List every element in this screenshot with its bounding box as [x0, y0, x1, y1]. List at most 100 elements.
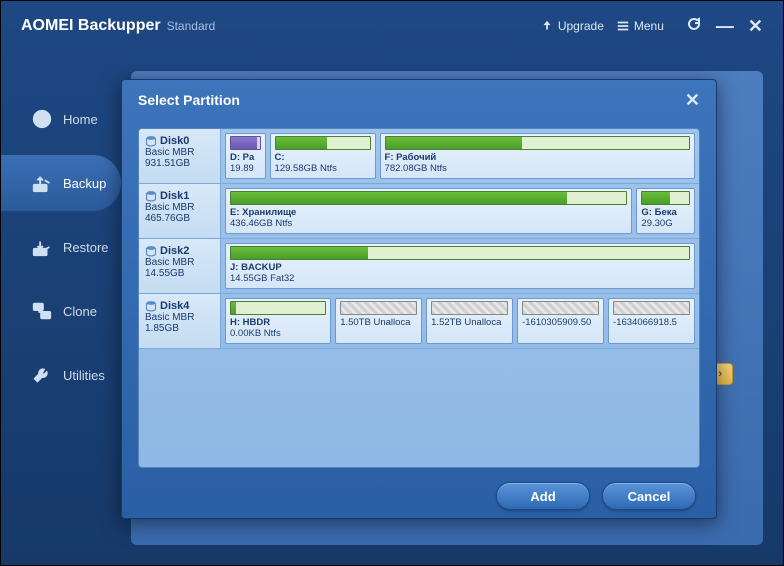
- partition-size: -1610305909.50: [522, 317, 599, 328]
- disk-info: Disk1Basic MBR465.76GB: [139, 184, 221, 238]
- partition-size: -1634066918.5: [613, 317, 690, 328]
- partition[interactable]: 1.52TB Unalloca: [426, 298, 513, 344]
- sidebar-item-home[interactable]: Home: [1, 91, 121, 147]
- upgrade-button[interactable]: Upgrade: [540, 19, 604, 33]
- partition[interactable]: -1610305909.50: [517, 298, 604, 344]
- partition-label: J: BACKUP: [230, 262, 690, 273]
- dialog-footer: Add Cancel: [496, 482, 696, 510]
- partition-container: E: Хранилище436.46GB NtfsG: Бека29.30G: [221, 184, 699, 238]
- partition-size: 1.50TB Unalloca: [340, 317, 417, 328]
- app-title: AOMEI Backupper: [21, 17, 161, 35]
- partition-label: H: HBDR: [230, 317, 326, 328]
- sidebar-item-label: Home: [63, 112, 98, 127]
- partition-container: H: HBDR0.00KB Ntfs 1.50TB Unalloca 1.52TB …: [221, 294, 699, 348]
- usage-bar: [275, 136, 371, 150]
- disk-icon: [145, 300, 157, 312]
- titlebar: AOMEI Backupper Standard Upgrade Menu — …: [1, 1, 783, 51]
- disk-size: 465.76GB: [145, 213, 214, 224]
- disk-size: 931.51GB: [145, 158, 214, 169]
- partition-size: 1.52TB Unalloca: [431, 317, 508, 328]
- usage-bar: [230, 136, 261, 150]
- partition[interactable]: J: BACKUP14.55GB Fat32: [225, 243, 695, 289]
- minimize-button[interactable]: —: [716, 16, 734, 37]
- disk-icon: [145, 135, 157, 147]
- sidebar-item-label: Clone: [63, 304, 97, 319]
- disk-size: 1.85GB: [145, 323, 214, 334]
- partition-label: F: Рабочий: [385, 152, 690, 163]
- partition-size: 782.08GB Ntfs: [385, 163, 690, 174]
- disk-info: Disk4Basic MBR1.85GB: [139, 294, 221, 348]
- disk-row: Disk2Basic MBR14.55GBJ: BACKUP14.55GB Fa…: [139, 239, 699, 294]
- disk-icon: [145, 245, 157, 257]
- sidebar: Home Backup Restore Clone Utilities: [1, 91, 121, 411]
- chevron-right-icon: ›: [718, 368, 722, 380]
- usage-bar: [230, 301, 326, 315]
- partition-label: C:: [275, 152, 371, 163]
- sidebar-item-label: Restore: [63, 240, 109, 255]
- select-partition-dialog: Select Partition ✕ Disk0Basic MBR931.51G…: [121, 79, 717, 519]
- partition-size: 436.46GB Ntfs: [230, 218, 627, 229]
- menu-icon: [616, 19, 630, 33]
- sidebar-item-restore[interactable]: Restore: [1, 219, 121, 275]
- disk-info: Disk2Basic MBR14.55GB: [139, 239, 221, 293]
- app-window: AOMEI Backupper Standard Upgrade Menu — …: [0, 0, 784, 566]
- upgrade-label: Upgrade: [558, 19, 604, 33]
- usage-bar: [385, 136, 690, 150]
- partition[interactable]: C:129.58GB Ntfs: [270, 133, 376, 179]
- sidebar-item-utilities[interactable]: Utilities: [1, 347, 121, 403]
- disk-info: Disk0Basic MBR931.51GB: [139, 129, 221, 183]
- partition-label: D: Pa: [230, 152, 261, 163]
- sidebar-item-clone[interactable]: Clone: [1, 283, 121, 339]
- partition-size: 14.55GB Fat32: [230, 273, 690, 284]
- dialog-header: Select Partition ✕: [122, 80, 716, 120]
- disk-name: Disk1: [145, 190, 214, 202]
- partition[interactable]: G: Бека29.30G: [636, 188, 695, 234]
- disk-type: Basic MBR: [145, 147, 214, 158]
- refresh-button[interactable]: [686, 16, 702, 37]
- dialog-title: Select Partition: [138, 92, 240, 108]
- clone-icon: [31, 300, 53, 322]
- disk-row: Disk1Basic MBR465.76GBE: Хранилище436.46…: [139, 184, 699, 239]
- partition[interactable]: -1634066918.5: [608, 298, 695, 344]
- utilities-icon: [31, 364, 53, 386]
- home-icon: [31, 108, 53, 130]
- sidebar-item-backup[interactable]: Backup: [1, 155, 121, 211]
- cancel-button[interactable]: Cancel: [602, 482, 696, 510]
- app-edition: Standard: [167, 19, 216, 33]
- usage-bar: [340, 301, 417, 315]
- disk-size: 14.55GB: [145, 268, 214, 279]
- add-button[interactable]: Add: [496, 482, 590, 510]
- partition-container: D: Pa19.89C:129.58GB NtfsF: Рабочий782.0…: [221, 129, 699, 183]
- disk-list: Disk0Basic MBR931.51GBD: Pa19.89C:129.58…: [138, 128, 700, 468]
- partition-label: E: Хранилище: [230, 207, 627, 218]
- upgrade-icon: [540, 19, 554, 33]
- disk-icon: [145, 190, 157, 202]
- menu-button[interactable]: Menu: [616, 19, 664, 33]
- partition[interactable]: E: Хранилище436.46GB Ntfs: [225, 188, 632, 234]
- disk-type: Basic MBR: [145, 202, 214, 213]
- usage-bar: [431, 301, 508, 315]
- disk-row: Disk4Basic MBR1.85GBH: HBDR0.00KB Ntfs 1.…: [139, 294, 699, 349]
- partition[interactable]: F: Рабочий782.08GB Ntfs: [380, 133, 695, 179]
- partition[interactable]: D: Pa19.89: [225, 133, 266, 179]
- usage-bar: [230, 246, 690, 260]
- dialog-close-button[interactable]: ✕: [685, 90, 700, 111]
- partition-size: 29.30G: [641, 218, 690, 229]
- close-button[interactable]: ✕: [748, 16, 763, 37]
- partition[interactable]: H: HBDR0.00KB Ntfs: [225, 298, 331, 344]
- usage-bar: [641, 191, 690, 205]
- partition-size: 19.89: [230, 163, 261, 174]
- disk-name: Disk2: [145, 245, 214, 257]
- backup-icon: [31, 172, 53, 194]
- partition-size: 129.58GB Ntfs: [275, 163, 371, 174]
- disk-name: Disk4: [145, 300, 214, 312]
- partition-label: G: Бека: [641, 207, 690, 218]
- partition[interactable]: 1.50TB Unalloca: [335, 298, 422, 344]
- disk-name: Disk0: [145, 135, 214, 147]
- partition-container: J: BACKUP14.55GB Fat32: [221, 239, 699, 293]
- restore-icon: [31, 236, 53, 258]
- disk-type: Basic MBR: [145, 257, 214, 268]
- disk-row: Disk0Basic MBR931.51GBD: Pa19.89C:129.58…: [139, 129, 699, 184]
- sidebar-item-label: Utilities: [63, 368, 105, 383]
- menu-label: Menu: [634, 19, 664, 33]
